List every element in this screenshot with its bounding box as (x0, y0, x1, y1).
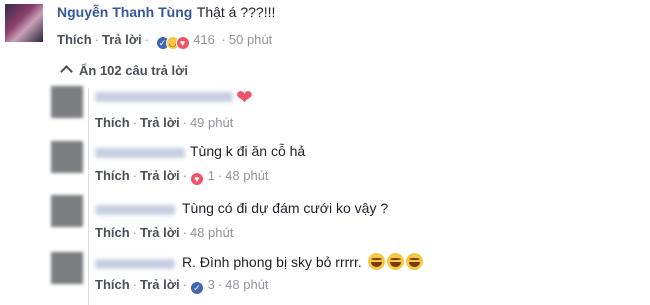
reaction-count: 1 (207, 168, 215, 183)
reply-button[interactable]: Trả lời (140, 225, 180, 240)
love-reaction-icon: ♥ (175, 36, 190, 50)
avatar[interactable] (51, 252, 83, 284)
like-reaction-icon: ✓ (189, 281, 204, 295)
avatar[interactable] (51, 86, 83, 118)
reply-actions: Thích · Trả lời · 49 phút (95, 115, 234, 130)
timestamp[interactable]: 48 phút (225, 168, 268, 183)
laughing-tears-emoji (386, 253, 404, 270)
reaction-count: 416 (193, 32, 215, 47)
reply-text: R. Đình phong bị sky bỏ rrrrr. (182, 253, 423, 270)
heart-emoji: ❤ (236, 87, 253, 109)
avatar[interactable] (51, 195, 83, 227)
reply-button[interactable]: Trả lời (140, 277, 180, 292)
hide-replies-link[interactable]: Ẩn 102 câu trả lời (60, 62, 188, 80)
timestamp[interactable]: 50 phút (229, 32, 272, 47)
comment-text: Thật á ???!!! (196, 4, 276, 20)
reply-text: Tùng k đi ăn cỗ hả (190, 143, 306, 159)
like-button[interactable]: Thích (57, 32, 92, 47)
chevron-up-icon (60, 65, 73, 78)
reply-author[interactable] (95, 92, 233, 102)
laughing-tears-emoji (405, 253, 423, 270)
reply-button[interactable]: Trả lời (140, 168, 180, 183)
avatar[interactable] (51, 141, 83, 173)
reply-author[interactable] (95, 148, 185, 158)
reaction-summary[interactable]: ✓ ◡ ♥ 416 (152, 32, 219, 50)
like-button[interactable]: Thích (95, 277, 130, 292)
reply-actions: Thích · Trả lời · ✓ 3 · 48 phút (95, 277, 269, 295)
thread-line (88, 88, 89, 305)
reaction-summary[interactable]: ✓ 3 (189, 277, 215, 295)
like-button[interactable]: Thích (95, 225, 130, 240)
laughing-tears-emoji (367, 253, 385, 270)
reply-button[interactable]: Trả lời (140, 115, 180, 130)
like-button[interactable]: Thích (95, 115, 130, 130)
reply-text: Tùng có đi dự đám cưới ko vậy ? (182, 200, 389, 216)
main-comment: Nguyễn Thanh Tùng Thật á ???!!! (57, 4, 275, 22)
reaction-count: 3 (207, 277, 215, 292)
reply-actions: Thích · Trả lời · ♥ 1 · 48 phút (95, 168, 269, 186)
reply-button[interactable]: Trả lời (102, 32, 142, 47)
timestamp[interactable]: 48 phút (190, 225, 233, 240)
timestamp[interactable]: 48 phút (225, 277, 268, 292)
like-button[interactable]: Thích (95, 168, 130, 183)
timestamp[interactable]: 49 phút (190, 115, 233, 130)
love-reaction-icon: ♥ (189, 172, 204, 186)
reply-author[interactable] (95, 205, 175, 215)
reaction-summary[interactable]: ♥ 1 (189, 168, 215, 186)
reply-author[interactable] (95, 259, 175, 269)
comment-author[interactable]: Nguyễn Thanh Tùng (57, 4, 192, 20)
reply-actions: Thích · Trả lời · 48 phút (95, 225, 234, 240)
comment-actions: Thích · Trả lời · ✓ ◡ ♥ 416 · 50 phút (57, 32, 273, 50)
avatar[interactable] (5, 4, 43, 42)
